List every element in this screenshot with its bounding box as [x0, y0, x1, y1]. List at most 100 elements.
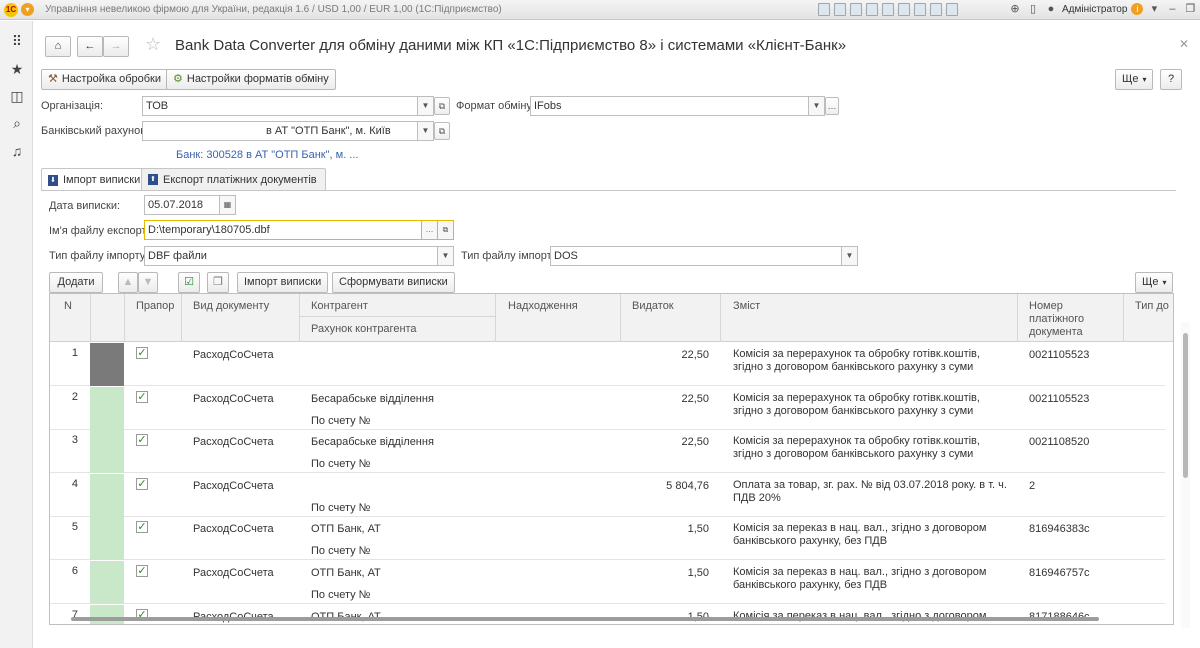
row-flag-checkbox[interactable]: ✓	[136, 565, 148, 577]
save-icon[interactable]	[818, 3, 830, 16]
row-number: 5	[71, 521, 78, 534]
chevron-down-icon: ▾	[1162, 278, 1167, 287]
history-icon[interactable]: ◫	[9, 88, 25, 104]
vertical-scroll-thumb[interactable]	[1183, 333, 1188, 478]
zoom-icon[interactable]: ⊕	[1008, 2, 1022, 16]
row-flag-checkbox[interactable]: ✓	[136, 390, 148, 403]
table-row[interactable]: 2 ✓ РасходСоСчета Бесарабське відділення По …	[50, 386, 1165, 430]
calculator-icon[interactable]	[898, 3, 910, 16]
import-file-type2-field[interactable]: DOS	[550, 246, 842, 266]
table-row[interactable]: 3 ✓ РасходСоСчета Бесарабське відділення По …	[50, 430, 1165, 474]
table-row[interactable]: 1 ✓ РасходСоСчета 22,50 Комісія за перерахун…	[50, 343, 1165, 386]
restore-icon[interactable]: ❐	[1183, 2, 1197, 16]
row-content: Комісія за перерахунок та обробку готівк…	[733, 391, 980, 417]
row-counterparty-account: По счету №	[311, 501, 371, 514]
calendar-icon[interactable]	[882, 3, 894, 16]
move-up-button[interactable]: ▲	[118, 272, 138, 293]
more-button[interactable]: Ще ▾	[1115, 69, 1154, 90]
organization-field[interactable]: ТОВ	[142, 96, 418, 116]
print-icon[interactable]	[834, 3, 846, 16]
uncheck-all-button[interactable]: ❐	[207, 272, 229, 293]
col-counterparty-account[interactable]: Рахунок контрагента	[311, 323, 417, 336]
add-button[interactable]: Додати	[49, 272, 103, 293]
tab-import-statement[interactable]: ⬇ Імпорт виписки	[41, 168, 150, 191]
exchange-formats-settings-button[interactable]: ⚙ Настройки форматів обміну	[166, 69, 336, 90]
check-all-button[interactable]: ☑	[178, 272, 200, 293]
preview-icon[interactable]	[850, 3, 862, 16]
generate-statements-label: Сформувати виписки	[339, 276, 448, 288]
help-button[interactable]: ?	[1160, 69, 1182, 90]
col-content[interactable]: Зміст	[733, 300, 760, 313]
row-payment-number: 0021105523	[1029, 392, 1090, 405]
history-icon[interactable]	[930, 3, 942, 16]
table-row[interactable]: 6 ✓ РасходСоСчета ОТП Банк, АТ По счету № 1,5…	[50, 561, 1165, 604]
notifications-bell-icon[interactable]: ♫	[9, 143, 25, 159]
bank-info-link[interactable]: Банк: 300528 в АТ "ОТП Банк", м. ...	[176, 149, 358, 161]
row-flag-checkbox[interactable]: ✓	[136, 477, 148, 490]
col-payment-number[interactable]: Номер платіжного документа	[1029, 300, 1119, 339]
row-content: Комісія за перерахунок та обробку готівк…	[733, 435, 980, 461]
import-file-type-dropdown[interactable]: ▼	[438, 246, 454, 266]
import-statement-label: Імпорт виписки	[244, 276, 322, 288]
export-file-name-field[interactable]: D:\temporary\180705.dbf	[144, 220, 422, 240]
calendar-button[interactable]: ▦	[220, 195, 236, 215]
organization-open-button[interactable]: ⧉	[434, 97, 450, 115]
forward-button[interactable]: →	[103, 36, 129, 57]
row-expense: 5 804,76	[666, 479, 709, 492]
grid-more-button[interactable]: Ще ▾	[1135, 272, 1174, 293]
statement-date-field[interactable]: 05.07.2018	[144, 195, 220, 215]
row-payment-number: 816946757c	[1029, 567, 1090, 579]
close-form-icon[interactable]: ✕	[1179, 37, 1189, 51]
sections-grid-icon[interactable]: ⠿	[9, 33, 25, 49]
col-counterparty[interactable]: Контрагент	[311, 300, 368, 313]
table-row[interactable]: 4 ✓ РасходСоСчета По счету № 5 804,76 Оплата …	[50, 473, 1165, 517]
row-flag-checkbox[interactable]: ✓	[136, 347, 148, 359]
compare-icon[interactable]	[914, 3, 926, 16]
download-icon[interactable]	[866, 3, 878, 16]
import-file-type-field[interactable]: DBF файли	[144, 246, 438, 266]
col-doc-type[interactable]: Вид документу	[193, 300, 269, 313]
col-expense[interactable]: Видаток	[632, 300, 674, 313]
info-icon[interactable]: i	[1131, 3, 1144, 15]
exchange-format-dropdown-button[interactable]: ▼	[809, 96, 825, 116]
row-status-indicator	[90, 517, 124, 561]
col-type[interactable]: Тип до	[1135, 300, 1169, 313]
mail-icon[interactable]	[946, 3, 958, 16]
main-menu-icon[interactable]: ▾	[21, 3, 34, 16]
bank-account-field[interactable]: в АТ "ОТП Банк", м. Київ	[142, 121, 418, 141]
row-counterparty-account: По счету №	[311, 589, 371, 601]
format-settings-icon: ⚙	[173, 73, 183, 85]
search-icon[interactable]: ⌕	[9, 115, 25, 131]
bank-account-dropdown-button[interactable]: ▼	[418, 121, 434, 141]
generate-statements-button[interactable]: Сформувати виписки	[332, 272, 455, 293]
home-button[interactable]: ⌂	[45, 36, 71, 57]
organization-dropdown-button[interactable]: ▼	[418, 96, 434, 116]
row-flag-checkbox[interactable]: ✓	[136, 521, 148, 534]
row-flag-checkbox[interactable]: ✓	[136, 434, 148, 447]
row-counterparty-account: По счету №	[311, 545, 371, 558]
bank-account-open-button[interactable]: ⧉	[434, 122, 450, 140]
move-down-button[interactable]: ▼	[138, 272, 158, 293]
add-to-favorites-star-icon[interactable]: ☆	[145, 34, 161, 55]
table-row[interactable]: 5 ✓ РасходСоСчета ОТП Банк, АТ По счету № 1,5…	[50, 517, 1165, 561]
uncheck-all-icon: ❐	[213, 276, 223, 288]
col-flag[interactable]: Прапор	[136, 300, 174, 313]
file-select-button[interactable]: …	[422, 220, 438, 240]
file-open-button[interactable]: ⧉	[438, 220, 454, 240]
tab-export-payment-documents[interactable]: ⬆ Експорт платіжних документів	[141, 168, 326, 190]
chevron-down-icon[interactable]: ▾	[1147, 2, 1161, 16]
import-file-type2-dropdown[interactable]: ▼	[842, 246, 858, 266]
panels-icon[interactable]: ▯	[1026, 2, 1040, 16]
minimize-icon[interactable]: –	[1165, 2, 1179, 16]
col-income[interactable]: Надходження	[508, 300, 578, 313]
user-name[interactable]: Адміністратор	[1062, 4, 1127, 15]
horizontal-scroll-thumb[interactable]	[71, 617, 1099, 621]
col-n[interactable]: N	[64, 300, 72, 313]
import-statement-button[interactable]: Імпорт виписки	[237, 272, 329, 293]
favorites-star-icon[interactable]: ★	[9, 61, 25, 77]
back-button[interactable]: ←	[77, 36, 103, 57]
processing-settings-button[interactable]: ⚒ Настройка обробки	[41, 69, 168, 90]
row-status-indicator	[90, 343, 124, 386]
exchange-format-field[interactable]: IFobs	[530, 96, 809, 116]
exchange-format-select-button[interactable]: …	[825, 97, 839, 115]
